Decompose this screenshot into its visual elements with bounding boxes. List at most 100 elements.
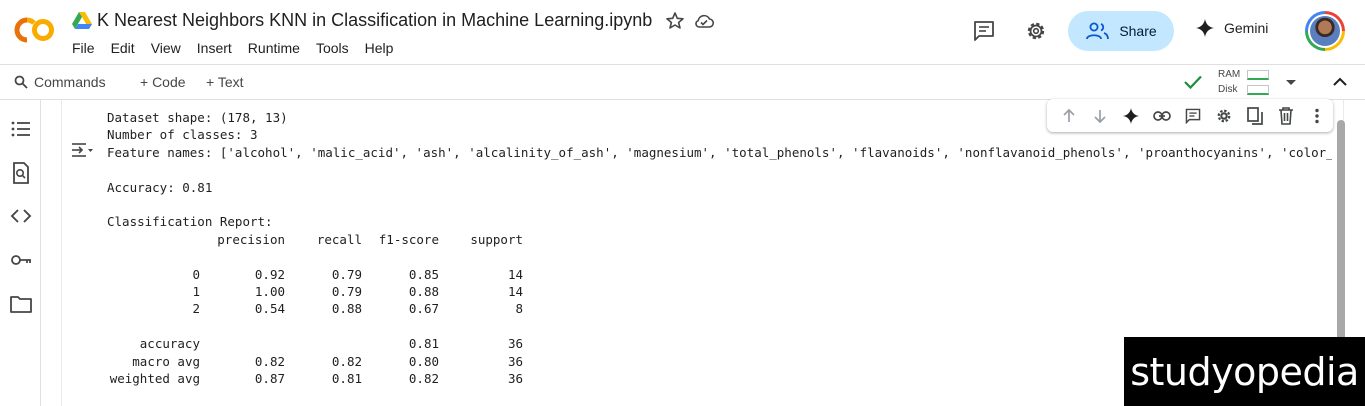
arrow-up-icon	[1062, 108, 1075, 122]
menu-tools[interactable]: Tools	[316, 40, 349, 56]
report-header-cell: support	[470, 231, 523, 247]
table-cell: 8	[515, 301, 523, 317]
notebook-title[interactable]: K Nearest Neighbors KNN in Classificatio…	[97, 10, 652, 31]
menu-runtime[interactable]: Runtime	[248, 40, 300, 56]
chevron-up-icon[interactable]	[1332, 74, 1348, 90]
colab-window: K Nearest Neighbors KNN in Classificatio…	[0, 0, 1365, 406]
ram-bar	[1247, 69, 1269, 80]
table-cell: macro avg	[132, 353, 200, 369]
gemini-label: Gemini	[1224, 20, 1269, 36]
share-button[interactable]: Share	[1068, 11, 1174, 51]
disk-bar	[1247, 84, 1269, 95]
resource-monitor[interactable]: RAM Disk	[1218, 67, 1270, 97]
menu-view[interactable]: View	[151, 40, 181, 56]
connected-check-icon[interactable]	[1183, 73, 1203, 91]
menu-help[interactable]: Help	[365, 40, 394, 56]
comment-icon	[1185, 108, 1201, 124]
commands-button[interactable]: Commands	[14, 65, 106, 99]
watermark-logo: studyopedia	[1124, 337, 1365, 406]
gemini-sparkle-icon	[1122, 107, 1139, 124]
add-code-button[interactable]: + Code	[140, 65, 186, 99]
table-cell: 0	[192, 266, 200, 282]
table-row: 0 0.92 0.79 0.85 14	[107, 266, 523, 283]
more-options-button[interactable]	[1302, 100, 1333, 132]
trash-icon	[1279, 106, 1294, 125]
colab-logo[interactable]	[14, 14, 56, 46]
move-cell-up-button[interactable]	[1053, 100, 1084, 132]
folder-icon[interactable]	[10, 293, 32, 315]
menu-edit[interactable]: Edit	[111, 40, 135, 56]
notebook-toolbar: Commands + Code + Text RAM Disk	[0, 64, 1365, 100]
table-cell	[200, 335, 285, 352]
table-of-contents-icon[interactable]	[10, 118, 32, 140]
cloud-saved-icon[interactable]	[693, 11, 715, 31]
table-cell: 0.87	[254, 370, 285, 386]
cell-toolbar	[1047, 99, 1333, 132]
output-accuracy: Accuracy: 0.81	[107, 179, 213, 195]
google-drive-icon[interactable]	[72, 12, 92, 30]
table-cell	[285, 335, 362, 352]
gear-icon[interactable]	[1024, 19, 1048, 43]
report-header-cell: recall	[316, 231, 362, 247]
share-label: Share	[1119, 23, 1157, 39]
output-report-title: Classification Report:	[107, 214, 273, 230]
table-cell: 0.88	[331, 301, 362, 317]
table-row: weighted avg 0.87 0.81 0.82 36	[107, 370, 523, 387]
copy-link-button[interactable]	[1146, 100, 1177, 132]
move-cell-down-button[interactable]	[1084, 100, 1115, 132]
table-cell: 14	[507, 283, 523, 299]
user-avatar[interactable]	[1305, 11, 1345, 51]
watermark-text: studyopedia	[1130, 349, 1359, 394]
search-icon	[14, 75, 28, 89]
header-bar: K Nearest Neighbors KNN in Classificatio…	[0, 0, 1365, 64]
mirror-cell-button[interactable]	[1240, 100, 1271, 132]
table-cell: 0.79	[331, 266, 362, 282]
find-icon[interactable]	[10, 162, 32, 184]
table-row: 2 0.54 0.88 0.67 8	[107, 300, 523, 317]
add-comment-button[interactable]	[1177, 100, 1208, 132]
gemini-cell-button[interactable]	[1115, 100, 1146, 132]
table-row: macro avg 0.82 0.82 0.80 36	[107, 353, 523, 370]
delete-cell-button[interactable]	[1271, 100, 1302, 132]
table-row: accuracy 0.81 36	[107, 335, 523, 352]
table-cell: 0.82	[331, 353, 362, 369]
disk-label: Disk	[1218, 84, 1238, 95]
table-cell: 0.82	[408, 370, 439, 386]
star-icon[interactable]	[665, 11, 685, 31]
classification-report-table: precision recall f1-score support 0 0.92…	[107, 231, 523, 388]
report-header-cell: f1-score	[378, 231, 439, 247]
key-icon[interactable]	[10, 249, 32, 271]
table-cell: 0.79	[331, 283, 362, 299]
table-cell: 36	[507, 336, 523, 352]
arrow-down-icon	[1094, 109, 1106, 123]
gemini-button[interactable]: Gemini	[1196, 19, 1268, 37]
output-feature-names: Feature names: ['alcohol', 'malic_acid',…	[107, 144, 1332, 160]
menu-file[interactable]: File	[72, 40, 95, 56]
comment-icon[interactable]	[972, 20, 996, 42]
menu-insert[interactable]: Insert	[197, 40, 232, 56]
left-sidebar	[0, 100, 41, 406]
people-icon	[1086, 22, 1110, 40]
ram-row: RAM	[1218, 67, 1270, 82]
table-cell: 0.80	[408, 353, 439, 369]
caret-down-icon[interactable]	[1284, 75, 1298, 89]
cell-settings-button[interactable]	[1209, 100, 1240, 132]
table-cell: 14	[507, 266, 523, 282]
table-cell: 1.00	[254, 283, 285, 299]
table-cell: 0.67	[408, 301, 439, 317]
output-actions-icon[interactable]	[70, 140, 94, 160]
code-snippets-icon[interactable]	[10, 205, 32, 227]
avatar-frame	[1308, 14, 1342, 48]
commands-label: Commands	[34, 74, 106, 90]
table-cell: 0.82	[254, 353, 285, 369]
vertical-scrollbar[interactable]	[1337, 120, 1345, 342]
table-cell: 1	[192, 283, 200, 299]
link-icon	[1153, 110, 1171, 121]
table-cell: 2	[192, 301, 200, 317]
ram-label: RAM	[1218, 69, 1241, 80]
report-header-cell: precision	[217, 231, 285, 247]
more-vert-icon	[1315, 108, 1320, 123]
add-text-button[interactable]: + Text	[206, 65, 244, 99]
add-text-label: + Text	[206, 74, 244, 90]
disk-row: Disk	[1218, 82, 1270, 97]
